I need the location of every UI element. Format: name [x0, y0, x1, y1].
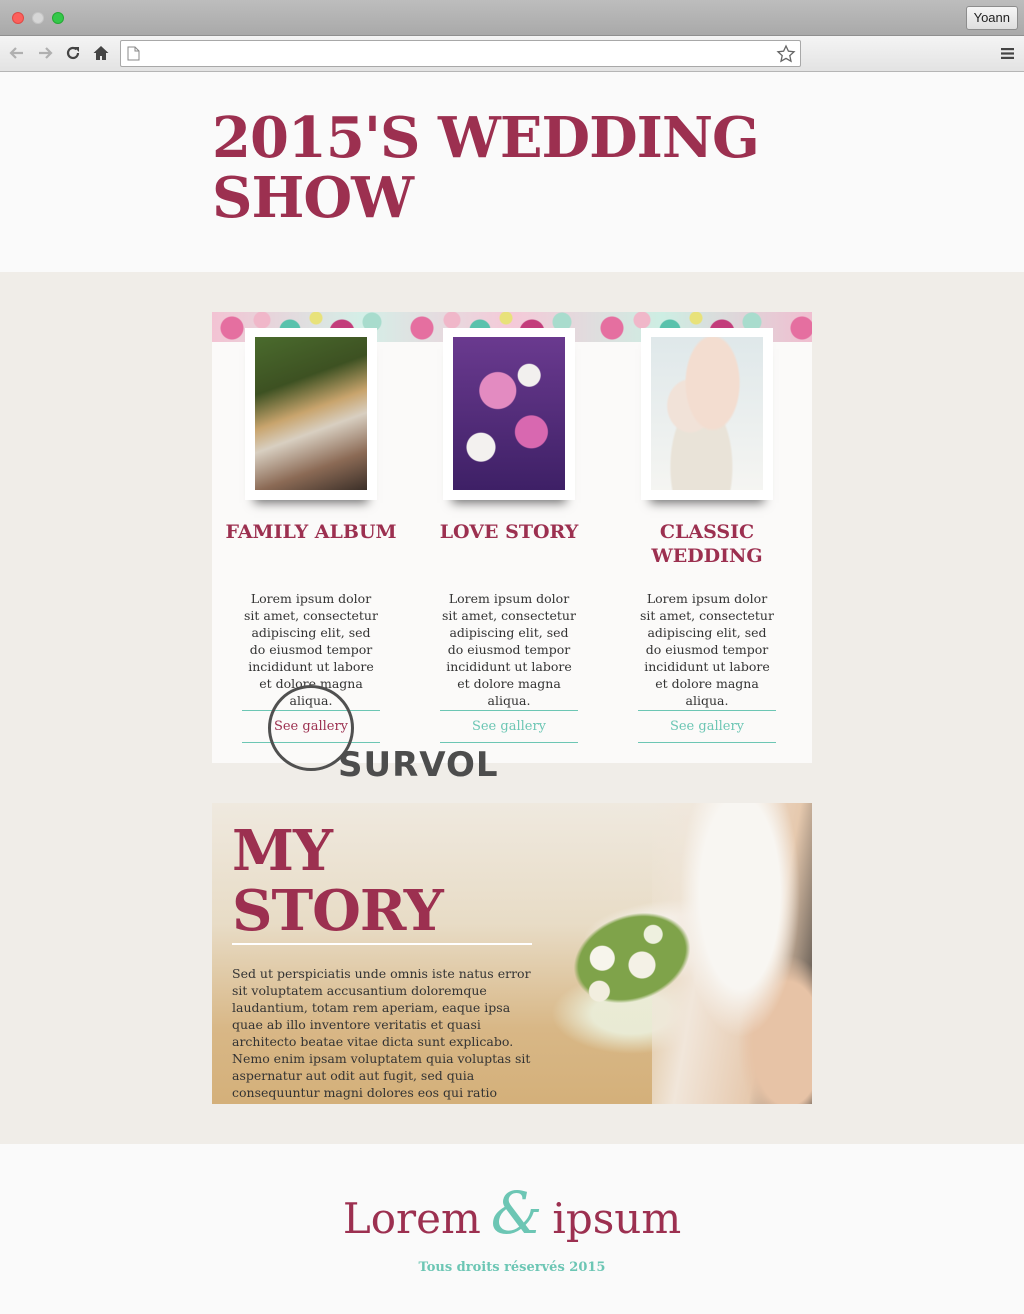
- bouquet-photo: [453, 337, 565, 490]
- footer-brand: Lorem & ipsum: [0, 1178, 1024, 1254]
- card-title: CLASSIC WEDDING: [651, 521, 763, 567]
- photo-frame: [641, 328, 773, 500]
- window-close-button[interactable]: [12, 12, 24, 24]
- home-icon[interactable]: [92, 44, 110, 62]
- story-text: Sed ut perspiciatis unde omnis iste natu…: [232, 966, 531, 1100]
- window-minimize-button[interactable]: [32, 12, 44, 24]
- card-text: Lorem ipsum dolor sit amet, consectetur …: [640, 591, 774, 708]
- ampersand-icon: &: [490, 1179, 543, 1247]
- bookmark-star-icon[interactable]: [776, 44, 796, 64]
- address-bar[interactable]: [120, 40, 801, 67]
- story-section: MY STORY Sed ut perspiciatis unde omnis …: [212, 803, 812, 1104]
- hamburger-menu-icon[interactable]: [1001, 47, 1014, 60]
- couple-photo: [255, 337, 367, 490]
- page-title: 2015'S WEDDING SHOW: [212, 105, 760, 231]
- reload-icon[interactable]: [64, 44, 82, 62]
- photo-frame: [245, 328, 377, 500]
- card-love-story: LOVE STORY Lorem ipsum dolor sit amet, c…: [419, 312, 599, 763]
- hover-annotation-label: SURVOL: [338, 745, 499, 785]
- forward-arrow-icon[interactable]: [36, 44, 54, 62]
- card-title: LOVE STORY: [439, 521, 579, 543]
- back-arrow-icon[interactable]: [8, 44, 26, 62]
- footer-brand-left: Lorem: [342, 1194, 481, 1243]
- photo-frame: [443, 328, 575, 500]
- footer-copyright: Tous droits réservés 2015: [418, 1260, 606, 1275]
- story-divider: [232, 943, 532, 945]
- window-titlebar: Yoann: [0, 0, 1024, 36]
- bride-photo: [651, 337, 763, 490]
- window-maximize-button[interactable]: [52, 12, 64, 24]
- page-icon: [127, 46, 140, 61]
- profile-button[interactable]: Yoann: [965, 6, 1018, 30]
- story-title: MY STORY: [232, 818, 444, 944]
- footer-brand-right: ipsum: [552, 1194, 682, 1243]
- card-text: Lorem ipsum dolor sit amet, consectetur …: [442, 591, 576, 708]
- see-gallery-link[interactable]: See gallery: [638, 710, 776, 743]
- url-input[interactable]: [147, 43, 767, 64]
- card-title: FAMILY ALBUM: [225, 521, 397, 543]
- browser-toolbar: [0, 36, 1024, 72]
- see-gallery-link[interactable]: See gallery: [440, 710, 578, 743]
- card-classic-wedding: CLASSIC WEDDING Lorem ipsum dolor sit am…: [617, 312, 797, 763]
